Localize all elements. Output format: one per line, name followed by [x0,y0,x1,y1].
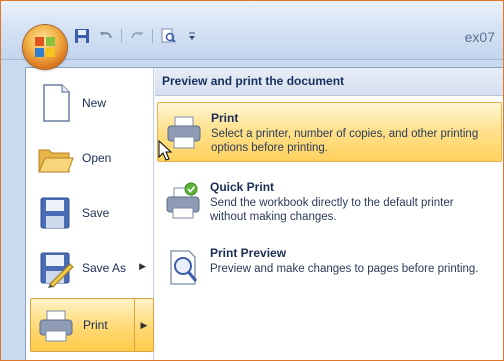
mouse-cursor-icon [158,140,173,161]
submenu-arrow-icon: ▶ [139,261,146,271]
menu-item-print[interactable]: Print ▶ [30,298,154,352]
submenu-item-title: Quick Print [210,180,275,194]
submenu-item-print[interactable]: Print Select a printer, number of copies… [157,102,502,162]
quick-print-icon [166,182,200,219]
save-as-icon [40,252,74,288]
office-menu-commands: New Open Save Save As ▶ Print ▶ [26,68,154,360]
submenu-item-title: Print Preview [210,246,287,260]
submenu-item-description: Send the workbook directly to the defaul… [210,197,454,223]
undo-icon[interactable] [97,27,115,45]
submenu-item-quick-print[interactable]: Quick Print Send the workbook directly t… [157,172,502,232]
submenu-item-title: Print [211,111,239,125]
separator [121,29,122,43]
menu-item-label: Print [83,318,108,332]
print-preview-icon [170,250,198,285]
menu-item-open[interactable]: Open [30,131,154,185]
app-window: ex07 New Open Save Save As ▶ Print ▶ Pre… [0,0,504,361]
separator [152,29,153,43]
title-bar: ex07 [1,1,503,60]
open-folder-icon [38,149,74,173]
submenu-arrow-icon: ▶ [134,299,153,351]
menu-item-new[interactable]: New [30,76,154,130]
menu-item-save-as[interactable]: Save As ▶ [30,241,154,295]
menu-item-label: Save [82,206,110,220]
submenu-item-description: Preview and make changes to pages before… [210,263,479,275]
office-menu: New Open Save Save As ▶ Print ▶ Preview … [25,67,503,360]
quick-access-toolbar [73,25,201,47]
customize-icon[interactable] [183,27,201,45]
save-icon [40,197,70,229]
menu-item-save[interactable]: Save [30,186,154,240]
printer-icon [39,310,73,342]
print-submenu: Preview and print the document Print Sel… [155,68,503,360]
redo-icon[interactable] [128,27,146,45]
save-icon[interactable] [73,27,91,45]
menu-item-label: New [82,96,107,110]
new-document-icon [43,84,70,122]
menu-item-label: Open [82,151,112,165]
office-button[interactable] [23,25,67,69]
submenu-header: Preview and print the document [155,68,503,96]
window-title: ex07 [464,29,495,45]
submenu-item-print-preview[interactable]: Print Preview Preview and make changes t… [157,238,502,298]
print-preview-icon[interactable] [159,27,177,45]
office-logo-icon [35,37,55,57]
menu-item-label: Save As [82,261,127,275]
submenu-item-description: Select a printer, number of copies, and … [211,128,479,154]
